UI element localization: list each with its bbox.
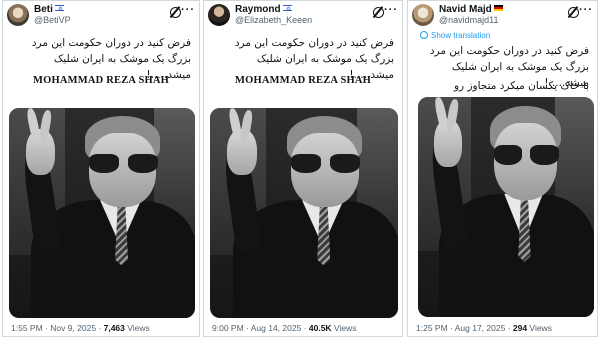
tweet-card[interactable]: Navid Majd @navidmajd11 ··· Show transla… [407,0,598,337]
avatar[interactable] [7,4,29,26]
sunglasses-icon [493,145,559,165]
globe-icon [420,31,428,39]
views-label: Views [331,323,357,333]
author-handle[interactable]: @navidmajd11 [439,15,499,25]
tweet-meta: 1:25 PM · Aug 17, 2025 · 294 Views [416,323,593,333]
tweet-meta: 1:55 PM · Nov 9, 2025 · 7,463 Views [11,323,195,333]
tweet-header: Navid Majd @navidmajd11 ··· [412,4,593,26]
view-count: 294 [512,323,528,333]
tweet-meta: 9:00 PM · Aug 14, 2025 · 40.5K Views [212,323,398,333]
tweet-card[interactable]: Beti @BetiVP ··· فرض کنید در دوران حکومت… [2,0,200,337]
tweet-timestamp[interactable]: 9:00 PM · Aug 14, 2025 · [212,323,309,333]
show-translation-link[interactable]: Show translation [420,31,490,40]
grok-icon[interactable] [373,7,384,18]
grok-icon[interactable] [568,7,579,18]
views-label: Views [124,323,150,333]
grok-icon[interactable] [170,7,181,18]
avatar[interactable] [208,4,230,26]
tweet-card[interactable]: Raymond @Elizabeth_Keeen ··· فرض کنید در… [203,0,403,337]
israel-flag-icon [54,5,64,11]
tweet-photo[interactable] [9,108,195,318]
tweet-signature: MOHAMMAD REZA SHAH [32,75,169,86]
author-name[interactable]: Raymond [235,4,292,15]
tweet-photo[interactable] [418,97,594,317]
view-count: 7,463 [103,323,125,333]
author-handle[interactable]: @Elizabeth_Keeen [235,15,312,25]
sunglasses-icon [290,154,361,173]
avatar[interactable] [412,4,434,26]
tweet-header: Beti @BetiVP ··· [7,4,195,26]
author-name[interactable]: Beti [34,4,64,15]
author-name[interactable]: Navid Majd [439,4,503,15]
israel-flag-icon [282,5,292,11]
tweet-photo[interactable] [210,108,398,318]
tweet-signature: MOHAMMAD REZA SHAH [234,75,371,86]
author-handle[interactable]: @BetiVP [34,15,71,25]
view-count: 40.5K [308,323,332,333]
more-icon[interactable]: ··· [384,4,398,16]
more-icon[interactable]: ··· [181,4,195,16]
tweet-timestamp[interactable]: 1:55 PM · Nov 9, 2025 · [11,323,104,333]
views-label: Views [527,323,552,333]
germany-flag-icon [493,5,503,11]
sunglasses-icon [88,154,158,173]
tweet-header: Raymond @Elizabeth_Keeen ··· [208,4,398,26]
more-icon[interactable]: ··· [579,4,593,16]
tweet-second-line: با خاک یکسان میکرد متجاوز رو [453,80,589,92]
tweet-timestamp[interactable]: 1:25 PM · Aug 17, 2025 · [416,323,513,333]
